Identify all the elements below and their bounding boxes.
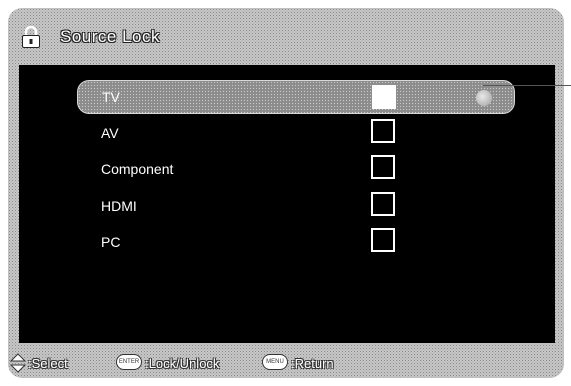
source-item-pc[interactable]: PC [77,227,507,257]
menu-key-icon: MENU [262,354,288,370]
source-item-component[interactable]: Component [77,154,507,184]
select-hint: :Select [28,356,68,371]
lock-icon [22,26,40,48]
source-item-label: HDMI [101,198,137,214]
lock-unlock-hint: :Lock/Unlock [145,356,220,371]
enter-key-icon: ENTER [116,354,142,370]
source-item-hdmi[interactable]: HDMI [77,191,507,221]
lock-checkbox-component[interactable] [371,155,395,179]
lock-checkbox-pc[interactable] [371,228,395,252]
source-item-label: Component [101,161,174,177]
callout-line [483,85,571,86]
lock-checkbox-tv[interactable] [372,85,396,109]
up-down-arrow-icon [10,353,26,373]
tv-osd-screen: Source Lock TV AV Component HDMI PC:Sel… [8,8,564,378]
source-item-label: PC [101,234,121,250]
source-item-av[interactable]: AV [77,118,507,148]
source-item-tv[interactable]: TV [77,80,515,114]
source-item-label: AV [101,125,119,141]
source-item-label: TV [102,89,120,105]
source-lock-menu: TV AV Component HDMI PC [19,65,555,343]
selection-knob-icon [476,90,492,106]
key-hints-bar: :Select ENTER :Lock/Unlock MENU :Return [8,348,564,378]
page-title: Source Lock [60,27,160,46]
lock-checkbox-av[interactable] [371,119,395,143]
return-hint: :Return [291,356,334,371]
lock-checkbox-hdmi[interactable] [371,192,395,216]
title-bar: Source Lock [8,8,564,62]
